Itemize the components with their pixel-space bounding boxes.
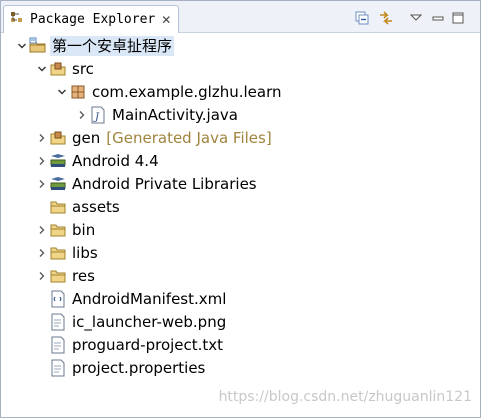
tree-item-proguard[interactable]: proguard-project.txt <box>35 334 225 356</box>
tree-item-label: Android 4.4 <box>72 152 159 170</box>
chevron-down-icon[interactable] <box>35 58 49 80</box>
svg-text:J: J <box>93 112 100 123</box>
tree-item-project[interactable]: 第一个安卓扯程序 <box>15 35 175 57</box>
tree-item-project-properties[interactable]: project.properties <box>35 357 207 379</box>
watermark: https://blog.csdn.net/zhuguanlin121 <box>218 389 472 405</box>
minimize-icon[interactable] <box>429 9 447 27</box>
library-icon <box>49 152 67 170</box>
tab-package-explorer[interactable]: Package Explorer ✕ <box>3 5 179 33</box>
tree-item-label: src <box>72 60 94 78</box>
java-file-icon: J <box>89 106 107 124</box>
tree-item-ic-launcher[interactable]: ic_launcher-web.png <box>35 311 228 333</box>
view-menu-icon[interactable] <box>407 9 425 27</box>
package-icon <box>69 83 87 101</box>
tree-item-label: MainActivity.java <box>112 106 238 124</box>
file-icon <box>49 313 67 331</box>
maximize-icon[interactable] <box>449 9 467 27</box>
tree-item-manifest[interactable]: AndroidManifest.xml <box>35 288 228 310</box>
chevron-right-icon[interactable] <box>35 173 49 195</box>
android-project-icon <box>29 37 47 55</box>
tree-item-assets[interactable]: assets <box>35 196 122 218</box>
tree-item-label: 第一个安卓扯程序 <box>50 36 175 56</box>
folder-icon <box>49 244 67 262</box>
properties-file-icon <box>49 359 67 377</box>
tree-item-android-lib[interactable]: Android 4.4 <box>35 150 161 172</box>
tree-item-label: assets <box>72 198 120 216</box>
view-tab-bar: Package Explorer ✕ <box>1 1 480 33</box>
chevron-down-icon[interactable] <box>55 81 69 103</box>
chevron-right-icon[interactable] <box>35 242 49 264</box>
collapse-all-icon[interactable] <box>353 9 371 27</box>
tree-item-label: ic_launcher-web.png <box>72 313 227 331</box>
chevron-right-icon[interactable] <box>35 150 49 172</box>
package-explorer-view: Package Explorer ✕ 第一个安卓扯程序 src com.exam… <box>0 0 481 418</box>
chevron-right-icon[interactable] <box>75 104 89 126</box>
chevron-right-icon[interactable] <box>35 219 49 241</box>
tree-item-package[interactable]: com.example.glzhu.learn <box>55 81 283 103</box>
chevron-right-icon[interactable] <box>35 265 49 287</box>
tab-title: Package Explorer <box>30 12 156 27</box>
tree-item-private-libs[interactable]: Android Private Libraries <box>35 173 259 195</box>
library-icon <box>49 175 67 193</box>
folder-icon <box>49 267 67 285</box>
folder-icon <box>49 221 67 239</box>
tree-item-main-activity[interactable]: J MainActivity.java <box>75 104 240 126</box>
tree-item-src[interactable]: src <box>35 58 96 80</box>
tree-item-label: com.example.glzhu.learn <box>92 83 282 101</box>
generated-files-decoration: [Generated Java Files] <box>106 129 272 147</box>
tree-item-label: project.properties <box>72 359 206 377</box>
tree-item-res[interactable]: res <box>35 265 97 287</box>
package-explorer-icon <box>10 10 24 29</box>
tree-item-label: Android Private Libraries <box>72 175 257 193</box>
tree-item-label: res <box>72 267 95 285</box>
tree-item-label: AndroidManifest.xml <box>72 290 227 308</box>
close-icon[interactable]: ✕ <box>161 14 171 26</box>
tree-item-label: libs <box>72 244 98 262</box>
tree-item-label: gen <box>72 129 101 147</box>
text-file-icon <box>49 336 67 354</box>
chevron-right-icon[interactable] <box>35 127 49 149</box>
source-folder-icon <box>49 60 67 78</box>
tree-item-label: bin <box>72 221 96 239</box>
tree-item-bin[interactable]: bin <box>35 219 97 241</box>
link-with-editor-icon[interactable] <box>377 9 395 27</box>
tree-item-libs[interactable]: libs <box>35 242 100 264</box>
xml-file-icon <box>49 290 67 308</box>
tree-item-label: proguard-project.txt <box>72 336 224 354</box>
chevron-down-icon[interactable] <box>15 35 29 57</box>
folder-icon <box>49 198 67 216</box>
tree-item-gen[interactable]: gen [Generated Java Files] <box>35 127 272 149</box>
source-folder-icon <box>49 129 67 147</box>
